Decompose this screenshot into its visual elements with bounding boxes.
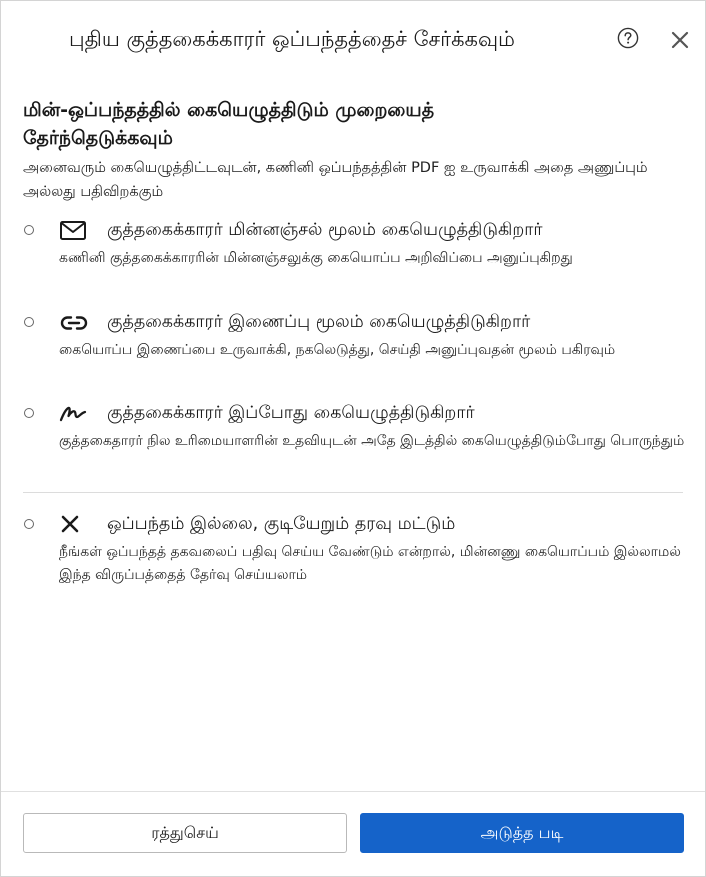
section-description: அனைவரும் கையெழுத்திட்டவுடன், கணினி ஒப்பந…	[23, 160, 648, 200]
option-title: குத்தகைக்காரர் இப்போது கையெழுத்திடுகிறார…	[107, 403, 475, 423]
option-radio[interactable]	[24, 225, 34, 235]
link-icon	[60, 316, 88, 330]
options-divider	[23, 492, 683, 493]
help-circle-icon[interactable]	[617, 27, 639, 49]
option-title: குத்தகைக்காரர் இணைப்பு மூலம் கையெழுத்திட…	[107, 312, 531, 332]
option-sign-by-link[interactable]: குத்தகைக்காரர் இணைப்பு மூலம் கையெழுத்திட…	[1, 309, 705, 389]
next-step-button[interactable]: அடுத்த படி	[360, 813, 684, 853]
add-tenant-contract-dialog: புதிய குத்தகைக்காரர் ஒப்பந்தத்தைச் சேர்க…	[0, 0, 706, 877]
option-description: கணினி குத்தகைக்காரரின் மின்னஞ்சலுக்கு கை…	[59, 250, 573, 266]
option-radio[interactable]	[24, 519, 34, 529]
dialog-header: புதிய குத்தகைக்காரர் ஒப்பந்தத்தைச் சேர்க…	[1, 1, 705, 79]
option-radio[interactable]	[24, 317, 34, 327]
option-title: ஒப்பந்தம் இல்லை, குடியேறும் தரவு மட்டும்	[107, 514, 456, 534]
close-icon[interactable]	[669, 29, 691, 51]
option-description: நீங்கள் ஒப்பந்தத் தகவலைப் பதிவு செய்ய வே…	[59, 544, 681, 583]
section-heading: மின்-ஒப்பந்தத்தில் கையெழுத்திடும் முறையை…	[23, 99, 435, 149]
envelope-icon	[60, 221, 86, 240]
signature-icon	[59, 406, 87, 422]
dialog-title: புதிய குத்தகைக்காரர் ஒப்பந்தத்தைச் சேர்க…	[69, 27, 515, 51]
x-icon	[61, 515, 79, 533]
option-sign-now[interactable]: குத்தகைக்காரர் இப்போது கையெழுத்திடுகிறார…	[1, 400, 705, 480]
cancel-button[interactable]: ரத்துசெய்	[23, 813, 347, 853]
option-radio[interactable]	[24, 408, 34, 418]
option-description: குத்தகைதாரர் நில உரிமையாளரின் உதவியுடன் …	[59, 433, 685, 449]
option-title: குத்தகைக்காரர் மின்னஞ்சல் மூலம் கையெழுத்…	[107, 220, 543, 240]
option-sign-by-email[interactable]: குத்தகைக்காரர் மின்னஞ்சல் மூலம் கையெழுத்…	[1, 217, 705, 297]
footer-divider	[1, 791, 705, 792]
option-no-contract[interactable]: ஒப்பந்தம் இல்லை, குடியேறும் தரவு மட்டும்…	[1, 511, 705, 591]
option-description: கையொப்ப இணைப்பை உருவாக்கி, நகலெடுத்து, ச…	[59, 342, 616, 358]
